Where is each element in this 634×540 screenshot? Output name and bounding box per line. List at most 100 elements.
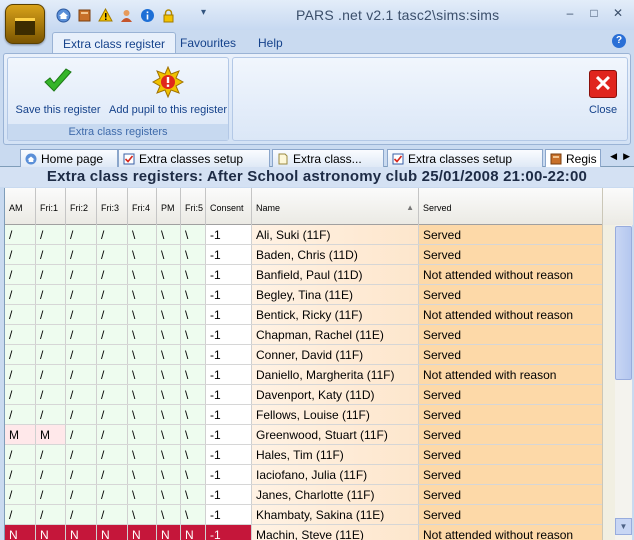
column-header-fri-1[interactable]: Fri:1: [36, 188, 66, 225]
consent-cell[interactable]: -1: [206, 525, 252, 540]
attendance-mark-cell[interactable]: /: [5, 465, 36, 484]
attendance-mark-cell[interactable]: /: [66, 345, 97, 364]
attendance-mark-cell[interactable]: \: [181, 305, 206, 324]
attendance-mark-cell[interactable]: \: [181, 465, 206, 484]
attendance-mark-cell[interactable]: \: [157, 405, 181, 424]
attendance-mark-cell[interactable]: M: [36, 425, 66, 444]
attendance-mark-cell[interactable]: /: [97, 505, 128, 524]
table-row[interactable]: / / / / \ \ \ -1 Khambaty, Sakina (11E) Served: [5, 505, 602, 525]
attendance-mark-cell[interactable]: \: [181, 285, 206, 304]
consent-cell[interactable]: -1: [206, 425, 252, 444]
attendance-mark-cell[interactable]: /: [97, 225, 128, 244]
table-row[interactable]: / / / / \ \ \ -1 Baden, Chris (11D) Served: [5, 245, 602, 265]
table-row[interactable]: / / / / \ \ \ -1 Begley, Tina (11E) Served: [5, 285, 602, 305]
attendance-mark-cell[interactable]: \: [181, 505, 206, 524]
served-status-cell[interactable]: Served: [419, 505, 602, 524]
table-row[interactable]: N N N N N N N -1 Machin, Steve (11E) Not attended…: [5, 525, 602, 540]
doc-tab-extra-class[interactable]: Extra class...: [272, 149, 384, 167]
attendance-mark-cell[interactable]: \: [157, 425, 181, 444]
pupil-name-cell[interactable]: Fellows, Louise (11F): [252, 405, 419, 424]
attendance-mark-cell[interactable]: /: [5, 325, 36, 344]
attendance-mark-cell[interactable]: \: [157, 305, 181, 324]
consent-cell[interactable]: -1: [206, 405, 252, 424]
table-row[interactable]: / / / / \ \ \ -1 Iaciofano, Julia (11F) Served: [5, 465, 602, 485]
pupil-name-cell[interactable]: Banfield, Paul (11D): [252, 265, 419, 284]
doc-tab-extra-classes-setup[interactable]: Extra classes setup: [118, 149, 270, 167]
attendance-mark-cell[interactable]: /: [97, 285, 128, 304]
table-row[interactable]: / / / / \ \ \ -1 Daniello, Margherita (11F) Not a…: [5, 365, 602, 385]
table-row[interactable]: / / / / \ \ \ -1 Davenport, Katy (11D) Served: [5, 385, 602, 405]
tab-help[interactable]: Help: [248, 32, 293, 53]
consent-cell[interactable]: -1: [206, 485, 252, 504]
info-icon[interactable]: [138, 7, 156, 24]
attendance-mark-cell[interactable]: /: [97, 265, 128, 284]
attendance-mark-cell[interactable]: \: [128, 505, 157, 524]
attendance-mark-cell[interactable]: /: [36, 265, 66, 284]
attendance-mark-cell[interactable]: /: [36, 285, 66, 304]
attendance-mark-cell[interactable]: N: [97, 525, 128, 540]
attendance-mark-cell[interactable]: /: [97, 485, 128, 504]
attendance-mark-cell[interactable]: /: [5, 405, 36, 424]
attendance-mark-cell[interactable]: \: [157, 365, 181, 384]
attendance-mark-cell[interactable]: /: [5, 345, 36, 364]
scrollbar-thumb[interactable]: [615, 226, 632, 380]
attendance-mark-cell[interactable]: /: [66, 405, 97, 424]
served-status-cell[interactable]: Served: [419, 225, 602, 244]
attendance-mark-cell[interactable]: N: [128, 525, 157, 540]
app-menu-button[interactable]: [5, 4, 45, 44]
column-header-consent[interactable]: Consent: [206, 188, 252, 225]
attendance-mark-cell[interactable]: /: [66, 305, 97, 324]
attendance-mark-cell[interactable]: /: [66, 385, 97, 404]
column-header-fri-5[interactable]: Fri:5: [181, 188, 206, 225]
table-row[interactable]: / / / / \ \ \ -1 Conner, David (11F) Served: [5, 345, 602, 365]
attendance-mark-cell[interactable]: \: [157, 245, 181, 264]
table-row[interactable]: / / / / \ \ \ -1 Chapman, Rachel (11E) Served: [5, 325, 602, 345]
attendance-mark-cell[interactable]: \: [128, 425, 157, 444]
table-row[interactable]: / / / / \ \ \ -1 Janes, Charlotte (11F) Served: [5, 485, 602, 505]
served-status-cell[interactable]: Served: [419, 485, 602, 504]
book-icon[interactable]: [75, 7, 93, 24]
attendance-mark-cell[interactable]: N: [66, 525, 97, 540]
attendance-mark-cell[interactable]: /: [66, 365, 97, 384]
attendance-mark-cell[interactable]: /: [66, 425, 97, 444]
attendance-mark-cell[interactable]: /: [97, 345, 128, 364]
attendance-mark-cell[interactable]: \: [128, 465, 157, 484]
attendance-mark-cell[interactable]: N: [157, 525, 181, 540]
attendance-mark-cell[interactable]: N: [181, 525, 206, 540]
attendance-mark-cell[interactable]: \: [181, 485, 206, 504]
attendance-mark-cell[interactable]: /: [36, 325, 66, 344]
table-row[interactable]: / / / / \ \ \ -1 Bentick, Ricky (11F) Not attende…: [5, 305, 602, 325]
served-status-cell[interactable]: Served: [419, 385, 602, 404]
attendance-mark-cell[interactable]: \: [181, 345, 206, 364]
attendance-mark-cell[interactable]: M: [5, 425, 36, 444]
consent-cell[interactable]: -1: [206, 325, 252, 344]
attendance-mark-cell[interactable]: /: [5, 305, 36, 324]
attendance-mark-cell[interactable]: /: [36, 485, 66, 504]
attendance-mark-cell[interactable]: \: [128, 345, 157, 364]
consent-cell[interactable]: -1: [206, 365, 252, 384]
pupil-name-cell[interactable]: Machin, Steve (11E): [252, 525, 419, 540]
pupil-name-cell[interactable]: Ali, Suki (11F): [252, 225, 419, 244]
consent-cell[interactable]: -1: [206, 245, 252, 264]
attendance-mark-cell[interactable]: /: [36, 245, 66, 264]
attendance-mark-cell[interactable]: /: [66, 285, 97, 304]
attendance-mark-cell[interactable]: /: [5, 225, 36, 244]
save-register-button[interactable]: Save this register: [12, 66, 104, 116]
attendance-mark-cell[interactable]: /: [66, 505, 97, 524]
attendance-mark-cell[interactable]: /: [5, 265, 36, 284]
attendance-mark-cell[interactable]: \: [157, 285, 181, 304]
attendance-mark-cell[interactable]: /: [36, 445, 66, 464]
attendance-mark-cell[interactable]: \: [157, 445, 181, 464]
attendance-mark-cell[interactable]: /: [97, 445, 128, 464]
served-status-cell[interactable]: Served: [419, 445, 602, 464]
column-header-name[interactable]: Name ▲: [252, 188, 419, 225]
attendance-mark-cell[interactable]: /: [5, 365, 36, 384]
pupil-name-cell[interactable]: Conner, David (11F): [252, 345, 419, 364]
table-row[interactable]: / / / / \ \ \ -1 Banfield, Paul (11D) Not attende…: [5, 265, 602, 285]
attendance-mark-cell[interactable]: /: [5, 385, 36, 404]
close-window-button[interactable]: ✕: [608, 5, 628, 21]
served-status-cell[interactable]: Served: [419, 285, 602, 304]
attendance-mark-cell[interactable]: \: [157, 385, 181, 404]
table-row[interactable]: / / / / \ \ \ -1 Hales, Tim (11F) Served: [5, 445, 602, 465]
tab-favourites[interactable]: Favourites: [170, 32, 246, 53]
